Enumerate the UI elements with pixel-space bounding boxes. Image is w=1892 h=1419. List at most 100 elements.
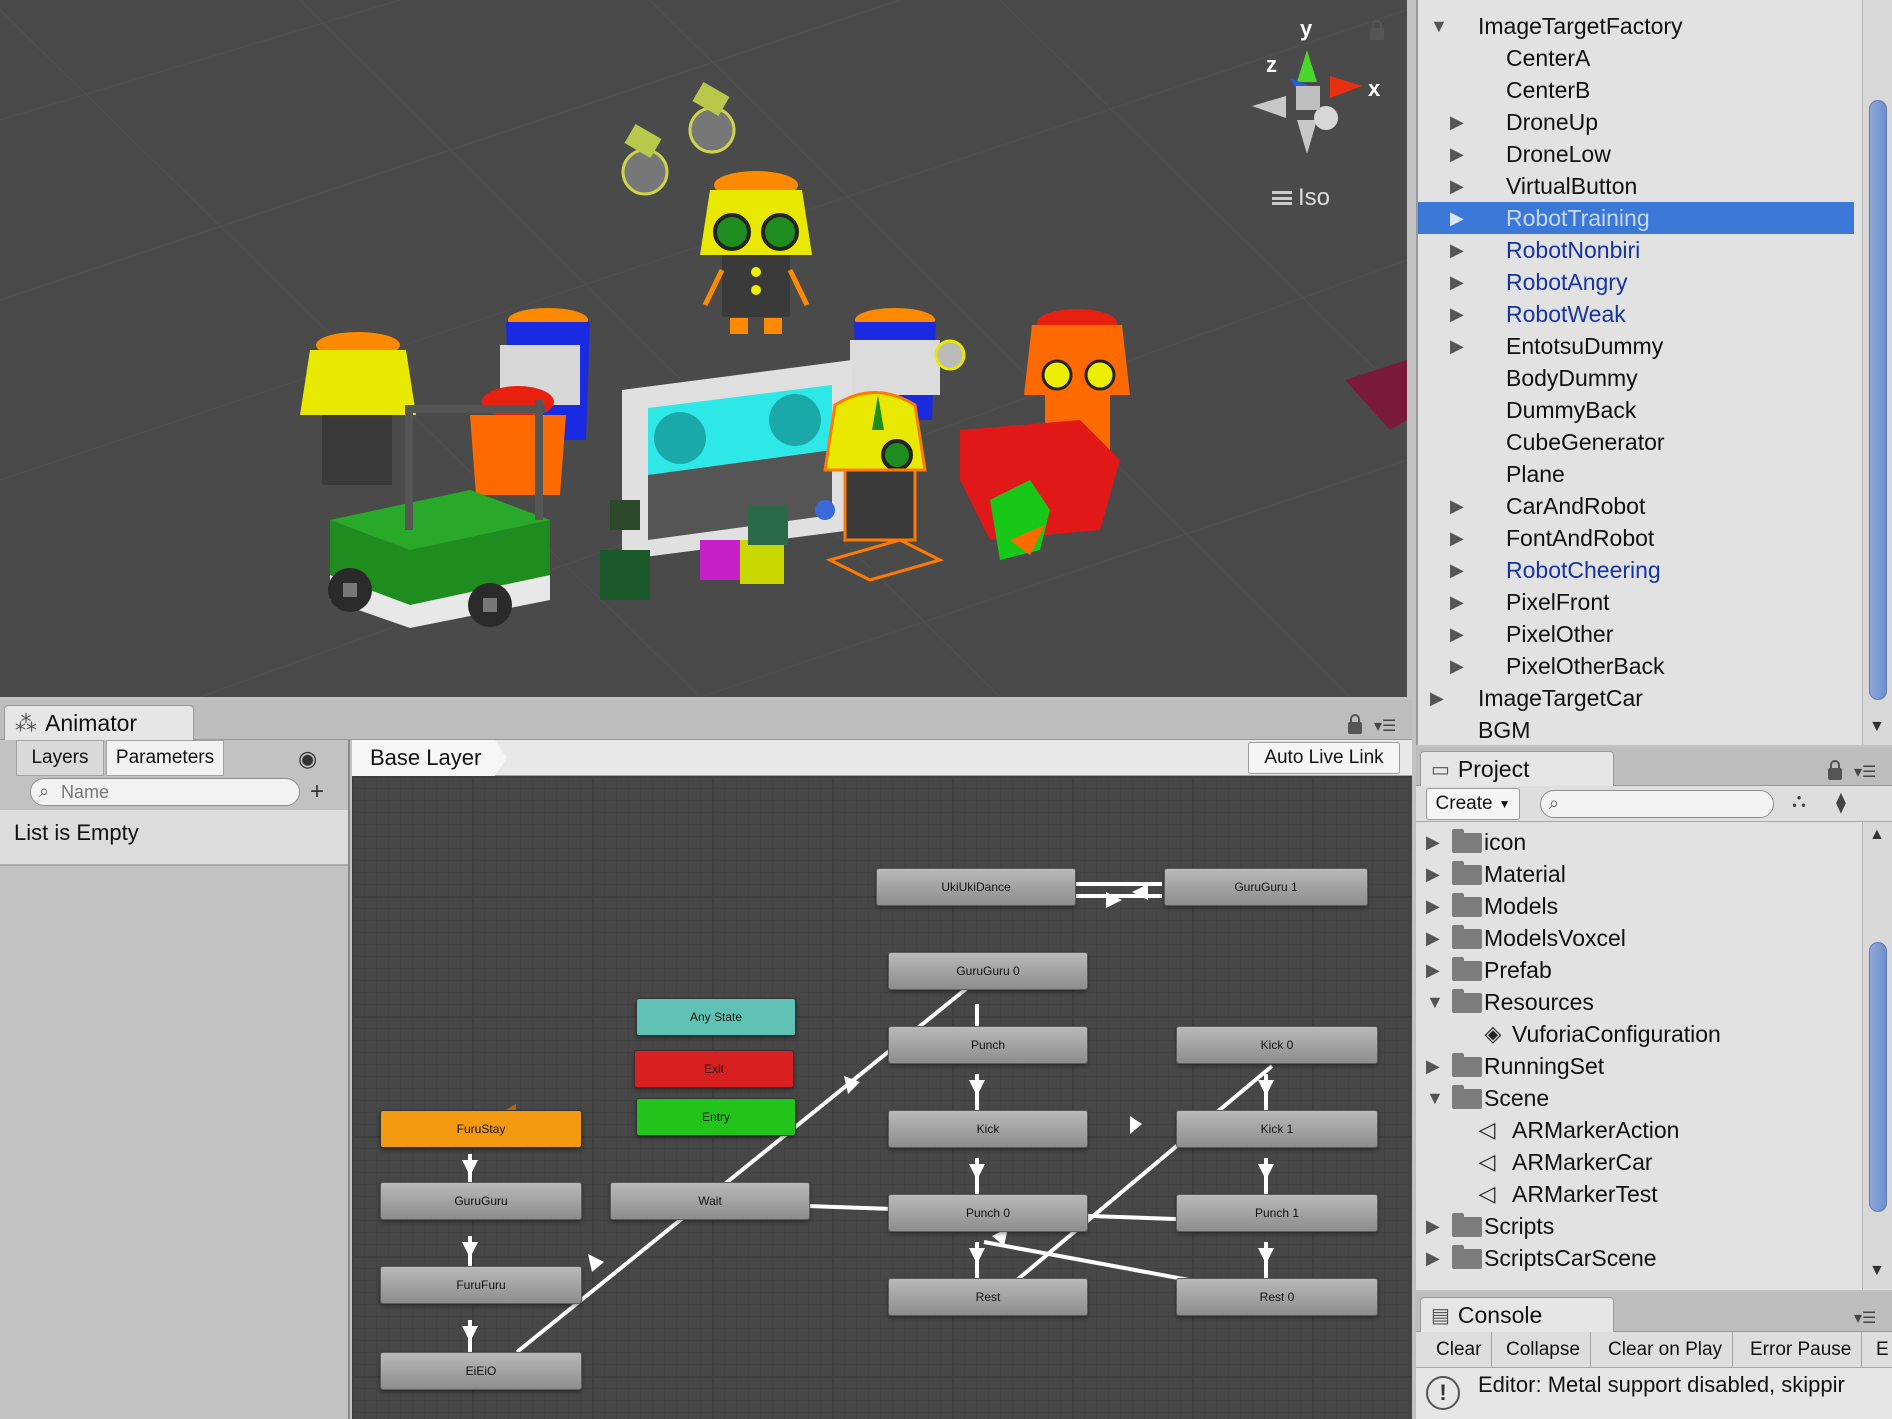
project-item[interactable]: ▶ Material: [1416, 858, 1862, 890]
collapsed-arrow-icon[interactable]: ▶: [1426, 858, 1440, 890]
collapsed-arrow-icon[interactable]: ▶: [1450, 490, 1464, 522]
collapsed-arrow-icon[interactable]: ▶: [1450, 618, 1464, 650]
project-item[interactable]: ▶ Prefab: [1416, 954, 1862, 986]
hierarchy-item[interactable]: ▶ EntotsuDummy: [1418, 330, 1854, 362]
scroll-up-icon[interactable]: ▲: [1869, 826, 1885, 844]
console-error-pause-button[interactable]: Error Pause: [1740, 1332, 1863, 1367]
hierarchy-item[interactable]: BGM: [1418, 714, 1854, 745]
collapsed-arrow-icon[interactable]: ▶: [1450, 586, 1464, 618]
state-node-eieio[interactable]: EiEiO: [380, 1352, 582, 1390]
hierarchy-item[interactable]: ▶ DroneUp: [1418, 106, 1854, 138]
scene-object-card[interactable]: [1345, 360, 1407, 430]
state-node-furufuru[interactable]: FuruFuru: [380, 1266, 582, 1304]
scene-object-robot-top[interactable]: [700, 171, 812, 334]
project-item[interactable]: ▶ ModelsVoxcel: [1416, 922, 1862, 954]
state-node-guruguru1[interactable]: GuruGuru 1: [1164, 868, 1368, 906]
expanded-arrow-icon[interactable]: ▼: [1426, 986, 1444, 1018]
hierarchy-item[interactable]: ▶ VirtualButton: [1418, 170, 1854, 202]
collapsed-arrow-icon[interactable]: ▶: [1450, 106, 1464, 138]
tab-animator[interactable]: ⁂ Animator: [4, 705, 194, 741]
collapsed-arrow-icon[interactable]: ▶: [1426, 826, 1440, 858]
state-node-wait[interactable]: Wait: [610, 1182, 810, 1220]
console-editor-button[interactable]: E: [1866, 1332, 1892, 1367]
gizmo-x-icon[interactable]: [1330, 76, 1362, 98]
state-node-exit[interactable]: Exit: [634, 1050, 794, 1088]
add-parameter-icon[interactable]: +: [310, 778, 324, 806]
collapsed-arrow-icon[interactable]: ▶: [1426, 1210, 1440, 1242]
hierarchy-item[interactable]: ▶ RobotAngry: [1418, 266, 1854, 298]
scene-object-drones[interactable]: [621, 81, 736, 196]
state-node-guruguru[interactable]: GuruGuru: [380, 1182, 582, 1220]
scene-canvas[interactable]: [0, 0, 1407, 697]
expanded-arrow-icon[interactable]: ▼: [1430, 10, 1448, 42]
hierarchy-item[interactable]: BodyDummy: [1418, 362, 1854, 394]
breadcrumb-base-layer[interactable]: Base Layer: [352, 740, 507, 776]
console-clear-button[interactable]: Clear: [1426, 1332, 1493, 1367]
eye-icon[interactable]: ◉: [298, 746, 317, 772]
collapsed-arrow-icon[interactable]: ▶: [1450, 234, 1464, 266]
collapsed-arrow-icon[interactable]: ▶: [1450, 330, 1464, 362]
project-scroll-thumb[interactable]: [1869, 942, 1887, 1212]
collapsed-arrow-icon[interactable]: ▶: [1426, 954, 1440, 986]
state-node-guruguru0[interactable]: GuruGuru 0: [888, 952, 1088, 990]
project-item[interactable]: ▶ Models: [1416, 890, 1862, 922]
console-clear-on-play-button[interactable]: Clear on Play: [1598, 1332, 1734, 1367]
state-node-kick1[interactable]: Kick 1: [1176, 1110, 1378, 1148]
animator-lock-icon[interactable]: [1348, 714, 1362, 734]
scene-object-robot-left[interactable]: [300, 332, 416, 485]
filter-by-type-icon[interactable]: ⛬: [1792, 790, 1806, 813]
project-item[interactable]: ◈ VuforiaConfiguration: [1416, 1018, 1862, 1050]
collapsed-arrow-icon[interactable]: ▶: [1450, 170, 1464, 202]
collapsed-arrow-icon[interactable]: ▶: [1426, 890, 1440, 922]
hierarchy-scroll-thumb[interactable]: [1869, 100, 1887, 700]
project-list[interactable]: ▶ icon ▶ Material ▶ Models ▶ ModelsVoxcel ▶ Prefa…: [1416, 822, 1892, 1290]
state-node-rest0[interactable]: Rest 0: [1176, 1278, 1378, 1316]
project-scrollbar[interactable]: ▲ ▼: [1862, 822, 1892, 1290]
collapsed-arrow-icon[interactable]: ▶: [1426, 1050, 1440, 1082]
project-item[interactable]: ▼ Scene: [1416, 1082, 1862, 1114]
project-item[interactable]: ▼ Resources: [1416, 986, 1862, 1018]
scene-object-board[interactable]: [622, 360, 852, 560]
scene-object-robot-red[interactable]: [470, 386, 566, 495]
tab-project[interactable]: ▭ Project: [1420, 751, 1614, 787]
hierarchy-item[interactable]: CenterB: [1418, 74, 1854, 106]
project-item[interactable]: ▶ ScriptsCarScene: [1416, 1242, 1862, 1274]
hierarchy-item[interactable]: Plane: [1418, 458, 1854, 490]
tab-console[interactable]: ▤ Console: [1420, 1297, 1614, 1333]
hierarchy-item[interactable]: ▶ RobotNonbiri: [1418, 234, 1854, 266]
project-search-input[interactable]: [1540, 790, 1774, 818]
collapsed-arrow-icon[interactable]: ▶: [1426, 1242, 1440, 1274]
state-node-punch[interactable]: Punch: [888, 1026, 1088, 1064]
collapsed-arrow-icon[interactable]: ▶: [1426, 922, 1440, 954]
scene-view[interactable]: y x z Iso: [0, 0, 1407, 697]
state-node-kick0[interactable]: Kick 0: [1176, 1026, 1378, 1064]
console-collapse-button[interactable]: Collapse: [1496, 1332, 1591, 1367]
tab-layers[interactable]: Layers: [16, 740, 104, 776]
hierarchy-scrollbar[interactable]: ▼: [1862, 0, 1892, 745]
scene-lock-icon[interactable]: [1370, 20, 1384, 40]
state-node-anystate[interactable]: Any State: [636, 998, 796, 1036]
console-message[interactable]: Editor: Metal support disabled, skippir: [1478, 1372, 1845, 1398]
hierarchy-item[interactable]: ▶ CarAndRobot: [1418, 490, 1854, 522]
collapsed-arrow-icon[interactable]: ▶: [1450, 138, 1464, 170]
hierarchy-item[interactable]: ▶ PixelFront: [1418, 586, 1854, 618]
collapsed-arrow-icon[interactable]: ▶: [1450, 554, 1464, 586]
console-log[interactable]: ! Editor: Metal support disabled, skippi…: [1416, 1368, 1892, 1419]
gizmo-y-icon[interactable]: [1297, 50, 1317, 82]
create-dropdown[interactable]: Create ▼: [1426, 788, 1520, 820]
project-item[interactable]: ▶ Scripts: [1416, 1210, 1862, 1242]
hierarchy-item[interactable]: CenterA: [1418, 42, 1854, 74]
hierarchy-item[interactable]: CubeGenerator: [1418, 426, 1854, 458]
hierarchy-item[interactable]: ▶ PixelOther: [1418, 618, 1854, 650]
animator-graph[interactable]: UkiUkiDance GuruGuru 1 GuruGuru 0 Any State…: [352, 776, 1412, 1419]
collapsed-arrow-icon[interactable]: ▶: [1450, 202, 1464, 234]
scroll-down-icon[interactable]: ▼: [1869, 718, 1885, 736]
project-item[interactable]: ▶ icon: [1416, 826, 1862, 858]
project-item[interactable]: ◁ ARMarkerCar: [1416, 1146, 1862, 1178]
project-item[interactable]: ◁ ARMarkerAction: [1416, 1114, 1862, 1146]
state-node-entry[interactable]: Entry: [636, 1098, 796, 1136]
scene-object-red-blocks[interactable]: [960, 420, 1120, 560]
console-menu-icon[interactable]: ▾☰: [1854, 1308, 1876, 1328]
collapsed-arrow-icon[interactable]: ▶: [1450, 298, 1464, 330]
collapsed-arrow-icon[interactable]: ▶: [1450, 650, 1464, 682]
